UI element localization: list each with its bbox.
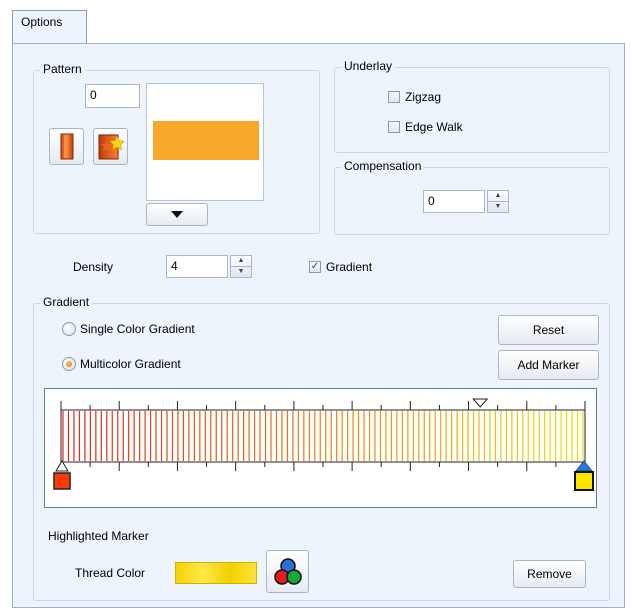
pattern-number-field[interactable]: 0	[85, 84, 140, 108]
highlighted-marker-title: Highlighted Marker	[48, 529, 149, 543]
tab-options-label: Options	[21, 15, 63, 29]
reset-button[interactable]: Reset	[498, 315, 599, 345]
spin-up-icon[interactable]: ▲	[488, 191, 508, 202]
spin-down-icon[interactable]: ▼	[488, 202, 508, 213]
add-marker-button[interactable]: Add Marker	[498, 350, 599, 380]
density-label: Density	[73, 260, 114, 274]
star-pattern-button[interactable]	[93, 128, 128, 165]
color-palette-button[interactable]	[266, 550, 309, 593]
thread-color-swatch[interactable]	[175, 562, 257, 584]
edge-walk-checkbox[interactable]	[388, 121, 400, 133]
compensation-group-title: Compensation	[341, 159, 425, 173]
multicolor-gradient-radio[interactable]	[62, 357, 76, 371]
pattern-swatch	[153, 121, 259, 160]
start-color-marker[interactable]	[53, 460, 71, 490]
density-spinner[interactable]: ▲ ▼	[230, 255, 252, 278]
pattern-group-title: Pattern	[40, 62, 85, 76]
pattern-dropdown-button[interactable]	[146, 203, 208, 226]
remove-button[interactable]: Remove	[513, 560, 586, 588]
multicolor-gradient-label: Multicolor Gradient	[80, 357, 181, 371]
spin-down-icon[interactable]: ▼	[231, 267, 251, 278]
triangle-down-icon	[171, 210, 183, 218]
thread-color-label: Thread Color	[75, 566, 146, 580]
compensation-field[interactable]: 0	[423, 190, 485, 213]
single-color-gradient-label: Single Color Gradient	[80, 322, 195, 336]
single-color-gradient-radio[interactable]	[62, 322, 76, 336]
zigzag-label: Zigzag	[405, 90, 442, 104]
spin-up-icon[interactable]: ▲	[231, 256, 251, 267]
star-pattern-icon	[98, 134, 124, 159]
gradient-checkbox-label: Gradient	[326, 260, 373, 274]
color-palette-icon	[273, 557, 302, 585]
tab-options[interactable]: Options	[12, 10, 87, 43]
density-field[interactable]: 4	[166, 255, 228, 278]
zigzag-checkbox[interactable]	[388, 91, 400, 103]
column-pattern-icon	[60, 133, 73, 160]
end-marker-swatch	[574, 471, 594, 491]
pattern-preview	[146, 83, 264, 201]
gradient-group-title: Gradient	[40, 295, 93, 309]
end-color-marker[interactable]	[574, 460, 594, 491]
marker-position-indicator	[472, 398, 489, 408]
column-pattern-button[interactable]	[49, 128, 84, 165]
gradient-editor-canvas	[53, 398, 594, 491]
underlay-group-title: Underlay	[341, 59, 396, 73]
start-marker-swatch	[53, 472, 71, 490]
gradient-checkbox[interactable]: ✓	[309, 261, 321, 273]
underlay-group	[334, 67, 610, 153]
gradient-editor[interactable]	[44, 388, 597, 508]
compensation-spinner[interactable]: ▲ ▼	[487, 190, 509, 213]
edge-walk-label: Edge Walk	[405, 120, 463, 134]
